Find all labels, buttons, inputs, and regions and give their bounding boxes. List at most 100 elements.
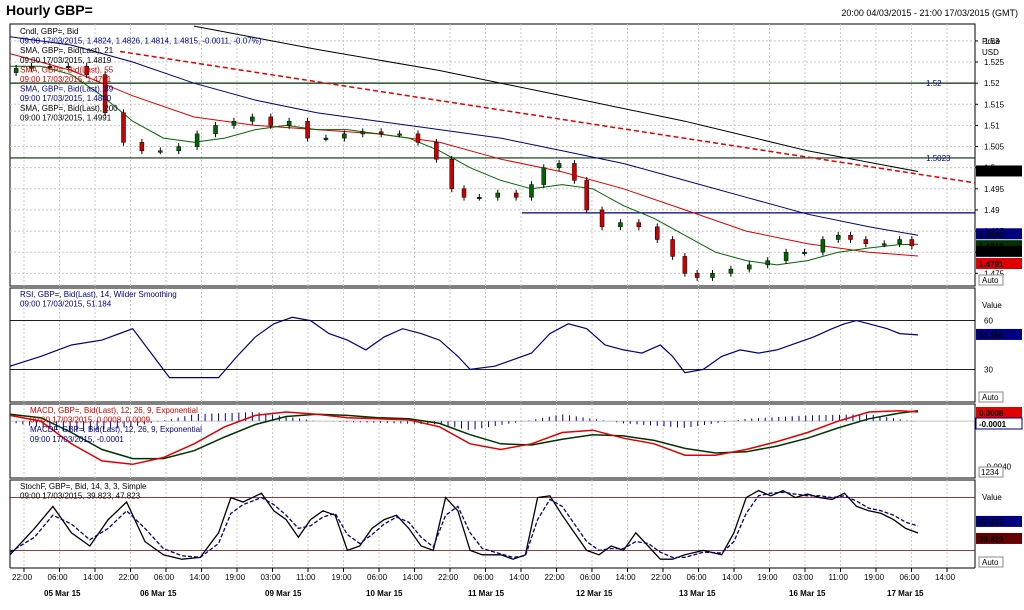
- candle-body: [495, 192, 500, 198]
- price-tick-label: 1.525: [984, 58, 1005, 67]
- stoch-value-tag-text: 39.823: [979, 535, 1004, 544]
- price-legend-line: 09:00 17/03/2015, 1.4991: [20, 113, 112, 122]
- x-date-label: 06 Mar 15: [140, 589, 177, 598]
- candle-body: [461, 188, 467, 198]
- x-hour-label: 14:00: [935, 573, 956, 582]
- candle-body: [139, 142, 145, 152]
- price-legend-line: 09:00 17/03/2015, 1.4791: [20, 75, 112, 84]
- price-value-tag-text: 1.4991: [979, 167, 1004, 176]
- price-value-tag-text: 1.4815: [979, 248, 1004, 257]
- macd-value-tag-text: 0.0008: [979, 409, 1004, 418]
- x-date-label: 10 Mar 15: [366, 589, 403, 598]
- candle-body: [909, 239, 915, 247]
- price-tick-label: 1.515: [984, 100, 1005, 109]
- x-hour-label: 19:00: [225, 573, 246, 582]
- rsi-value-tag-text: 51.184: [979, 331, 1004, 340]
- candle-body: [397, 133, 402, 136]
- x-hour-label: 06:00: [900, 573, 921, 582]
- candle-body: [529, 184, 534, 198]
- macd-legend-line: 09:00 17/03/2015, -0.0001: [30, 435, 124, 444]
- candle-body: [655, 226, 660, 240]
- candle-body: [342, 133, 347, 139]
- x-hour-label: 14:00: [403, 573, 424, 582]
- x-hour-label: 14:00: [722, 573, 743, 582]
- price-tick-label: 1.495: [984, 185, 1005, 194]
- x-hour-label: 06:00: [48, 573, 69, 582]
- price-legend-line: 09:00 17/03/2015, 1.4824, 1.4826, 1.4814…: [20, 37, 262, 46]
- rsi-legend-line: 09:00 17/03/2015, 51.184: [20, 300, 112, 309]
- candle-body: [694, 273, 700, 278]
- candle-body: [636, 222, 642, 228]
- price-legend-line: SMA, GBP=, Bid(Last), 200: [20, 104, 118, 113]
- x-hour-label: 03:00: [261, 573, 282, 582]
- x-hour-label: 14:00: [509, 573, 530, 582]
- chart-canvas[interactable]: 1.521.5023 1.531.5251.521.5151.511.5051.…: [0, 0, 1024, 610]
- x-hour-label: 22:00: [438, 573, 459, 582]
- x-date-label: 05 Mar 15: [44, 589, 81, 598]
- candle-body: [305, 120, 310, 139]
- price-legend-line: SMA, GBP=, Bid(Last), 89: [20, 85, 114, 94]
- price-legend-line: Cndl, GBP=, Bid: [20, 27, 78, 36]
- x-hour-label: 22:00: [545, 573, 566, 582]
- rsi-auto-label: Auto: [982, 393, 999, 402]
- candle-body: [541, 167, 547, 185]
- candle-body: [682, 256, 688, 274]
- rsi-tick-30: 30: [984, 365, 993, 374]
- x-hour-label: 14:00: [616, 573, 637, 582]
- x-hour-label: 11:00: [296, 573, 316, 582]
- price-tick-label: 1.51: [984, 121, 1000, 130]
- macd-value-tag-text: -0.0001: [979, 420, 1007, 429]
- candle-body: [158, 150, 163, 153]
- price-legend-line: SMA, GBP=, Bid(Last), 55: [20, 65, 114, 74]
- stoch-legend-line: 09:00 17/03/2015, 39.823, 47.823: [20, 492, 141, 501]
- x-hour-label: 03:00: [793, 573, 814, 582]
- candle-body: [747, 264, 752, 270]
- price-axis-unit: USD: [982, 48, 999, 57]
- price-legend-line: 09:00 17/03/2015, 1.4819: [20, 56, 112, 65]
- rsi-axis-title: Value: [982, 301, 1002, 310]
- macd-legend-line: MACD, GBP=, Bid(Last), 12, 26, 9, Expone…: [30, 406, 198, 415]
- candle-body: [802, 251, 807, 254]
- candle-body: [434, 142, 439, 160]
- price-axis-title: Price: [982, 37, 1001, 46]
- candle-body: [835, 235, 841, 240]
- price-value-tag-text: 1.4791: [979, 260, 1004, 269]
- x-hour-label: 11:00: [829, 573, 849, 582]
- x-date-label: 09 Mar 15: [265, 589, 302, 598]
- stoch-axis-title: Value: [982, 493, 1002, 502]
- stoch-value-tag-text: 47.823: [979, 518, 1004, 527]
- candle-body: [323, 137, 329, 140]
- candle-body: [728, 268, 734, 274]
- price-tick-label: 1.49: [984, 206, 1000, 215]
- x-date-label: 11 Mar 15: [468, 589, 505, 598]
- candle-body: [863, 239, 869, 244]
- candle-body: [783, 251, 789, 261]
- candle-body: [360, 131, 366, 135]
- price-legend-line: 09:00 17/03/2015, 1.4840: [20, 94, 112, 103]
- candle-body: [618, 222, 623, 228]
- rsi-tick-60: 60: [984, 317, 993, 326]
- price-tick-label: 1.52: [984, 79, 1000, 88]
- candle-body: [765, 260, 770, 266]
- x-date-label: 17 Mar 15: [887, 589, 924, 598]
- stoch-auto-label: Auto: [982, 558, 999, 567]
- candle-body: [897, 239, 902, 244]
- price-legend-line: SMA, GBP=, Bid(Last), 21: [20, 46, 114, 55]
- stoch-legend-line: StochF, GBP=, Bid, 14, 3, 3, Simple: [20, 482, 147, 491]
- price-value-tag-text: 1.4840: [979, 230, 1004, 239]
- x-hour-label: 19:00: [864, 573, 885, 582]
- x-hour-label: 06:00: [687, 573, 708, 582]
- x-date-label: 16 Mar 15: [789, 589, 826, 598]
- price-tick-label: 1.505: [984, 143, 1005, 152]
- x-hour-label: 14:00: [83, 573, 104, 582]
- candle-body: [584, 180, 589, 211]
- x-hour-label: 06:00: [474, 573, 495, 582]
- macd-scale-label: 1234: [981, 468, 999, 477]
- candle-body: [477, 197, 482, 200]
- macd-legend-line: 09:00 17/03/2015, 0.0008, 0.0009: [30, 416, 151, 425]
- candle-body: [556, 163, 562, 168]
- candle-body: [415, 133, 421, 143]
- candle-body: [848, 235, 853, 240]
- candle-body: [670, 239, 675, 257]
- candle-body: [513, 192, 519, 198]
